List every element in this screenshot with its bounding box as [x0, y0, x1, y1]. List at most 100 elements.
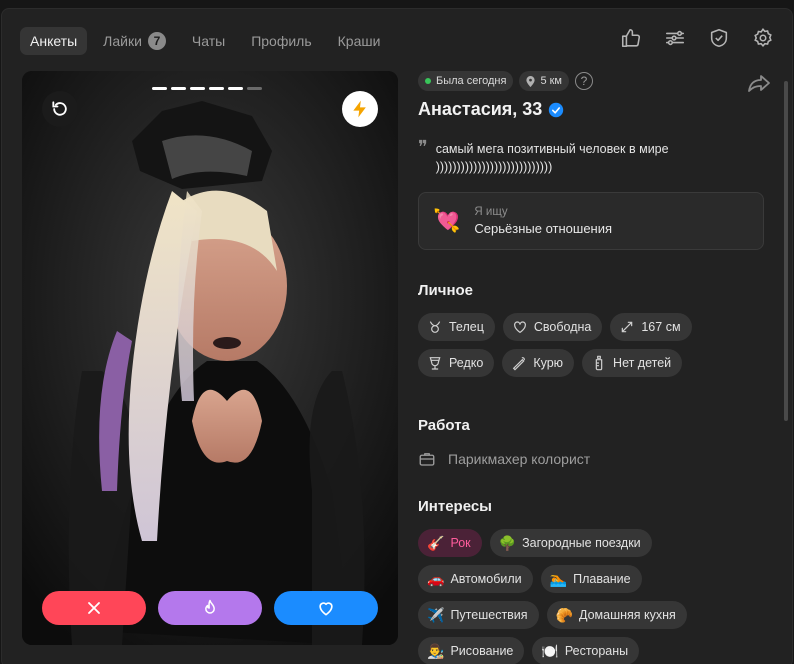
header-actions [620, 27, 774, 49]
tag-label: Редко [449, 356, 484, 370]
bio-text: самый мега позитивный человек в мире )))… [435, 142, 669, 174]
like-button[interactable] [274, 591, 378, 625]
interests-heading: Интересы [418, 498, 492, 515]
tag-relationship: Свободна [502, 313, 603, 341]
tag-zodiac: Телец [418, 313, 495, 341]
profile-photo-card[interactable] [22, 71, 398, 645]
last-seen-chip: Была сегодня [418, 71, 514, 91]
interest-tag-travel: ✈️ Путешествия [418, 601, 539, 629]
seeking-value: Серьёзные отношения [474, 221, 613, 236]
tag-label: 167 см [641, 320, 681, 334]
interest-tag-cars: 🚗 Автомобили [418, 565, 533, 593]
tag-label: Телец [449, 320, 484, 334]
job-title: Парикмахер колорист [448, 451, 591, 467]
main-tabs: Анкеты Лайки 7 Чаты Профиль Краши [20, 27, 390, 55]
artist-icon: 👨‍🎨 [427, 642, 445, 659]
progress-segment [171, 87, 186, 90]
progress-segment [152, 87, 167, 90]
heart-arrow-icon: 💘 [433, 208, 461, 233]
online-dot [425, 78, 431, 84]
tag-label: Рестораны [564, 644, 629, 658]
taurus-icon [429, 321, 441, 333]
boost-button[interactable] [342, 91, 378, 127]
tab-label: Лайки [103, 33, 142, 49]
gear-icon[interactable] [752, 27, 774, 49]
personal-heading: Личное [418, 282, 474, 299]
tab-crushes[interactable]: Краши [328, 27, 391, 55]
bio: ❞ самый мега позитивный человек в мире )… [418, 137, 768, 176]
interest-tag-trips: 🌳 Загородные поездки [489, 529, 652, 557]
scrollbar[interactable] [784, 81, 788, 421]
tab-profiles[interactable]: Анкеты [20, 27, 88, 55]
seeking-label: Я ищу [474, 206, 508, 218]
personal-tags: Телец Свободна 167 см Редко Курю Нет дет… [418, 313, 768, 377]
dislike-button[interactable] [42, 591, 146, 625]
tag-kids: Нет детей [582, 349, 683, 377]
tag-label: Курю [533, 356, 564, 370]
guitar-icon: 🎸 [427, 534, 445, 551]
progress-segment [209, 87, 224, 90]
interest-tag-drawing: 👨‍🎨 Рисование [418, 637, 525, 664]
croissant-icon: 🥐 [555, 606, 573, 623]
tag-drinking: Редко [418, 349, 495, 377]
undo-button[interactable] [42, 91, 78, 127]
progress-segment [228, 87, 243, 90]
sliders-icon[interactable] [664, 27, 686, 49]
tab-likes[interactable]: Лайки 7 [93, 27, 176, 55]
tab-profile[interactable]: Профиль [241, 27, 321, 55]
tab-label: Чаты [191, 33, 226, 49]
help-icon[interactable]: ? [575, 72, 593, 90]
tag-label: Загородные поездки [522, 536, 641, 550]
tag-smoking: Курю [502, 349, 575, 377]
progress-segment [247, 87, 262, 90]
last-seen-text: Была сегодня [436, 75, 507, 87]
heart-icon [319, 602, 333, 616]
tag-label: Плавание [573, 572, 631, 586]
interest-tag-restaurants: 🍽️ Рестораны [532, 637, 640, 664]
name-row: Анастасия, 33 [418, 99, 768, 120]
tag-label: Домашняя кухня [579, 608, 676, 622]
profile-photo [22, 71, 398, 645]
job-row: Парикмахер колорист [418, 450, 768, 468]
quote-icon: ❞ [418, 137, 428, 158]
interest-tag-cooking: 🥐 Домашняя кухня [546, 601, 687, 629]
wine-glass-icon [429, 357, 441, 370]
superlike-button[interactable] [158, 591, 262, 625]
share-icon[interactable] [747, 73, 771, 93]
tab-chats[interactable]: Чаты [182, 27, 235, 55]
profile-info: Была сегодня 5 км ? Анастасия, 33 ❞ самы… [418, 71, 771, 664]
swimmer-icon: 🏊 [549, 570, 568, 587]
tag-label: Путешествия [450, 608, 528, 622]
close-icon [88, 602, 100, 614]
distance-text: 5 км [540, 75, 562, 87]
flame-icon [205, 599, 215, 614]
swipe-actions [42, 591, 378, 625]
undo-icon [52, 101, 67, 116]
distance-chip: 5 км [519, 71, 569, 91]
heart-outline-icon [513, 321, 526, 333]
lightning-icon [353, 100, 366, 118]
tag-label: Свободна [533, 320, 592, 334]
likes-count-badge: 7 [147, 32, 166, 50]
status-row: Была сегодня 5 км ? [418, 71, 768, 91]
profile-name: Анастасия, 33 [418, 99, 543, 119]
interest-tags: 🎸 Рок 🌳 Загородные поездки 🚗 Автомобили 🏊 Пл… [418, 529, 768, 664]
tree-icon: 🌳 [498, 534, 517, 551]
photo-progress [152, 87, 262, 90]
interest-tag-rock: 🎸 Рок [418, 529, 482, 557]
briefcase-icon [419, 453, 435, 466]
work-heading: Работа [418, 417, 470, 434]
shield-check-icon[interactable] [708, 27, 730, 49]
seeking-card: 💘 Я ищу Серьёзные отношения [418, 192, 764, 250]
baby-bottle-icon [595, 355, 603, 371]
smoking-icon [513, 357, 526, 371]
thumbs-up-icon[interactable] [620, 27, 642, 49]
tag-label: Автомобили [450, 572, 522, 586]
tag-height: 167 см [610, 313, 692, 341]
app-window: Анкеты Лайки 7 Чаты Профиль Краши Была с… [1, 8, 793, 664]
tab-label: Краши [337, 33, 381, 49]
progress-segment [190, 87, 205, 90]
location-pin-icon [526, 75, 536, 87]
tag-label: Нет детей [613, 356, 672, 370]
airplane-icon: ✈️ [427, 606, 445, 623]
